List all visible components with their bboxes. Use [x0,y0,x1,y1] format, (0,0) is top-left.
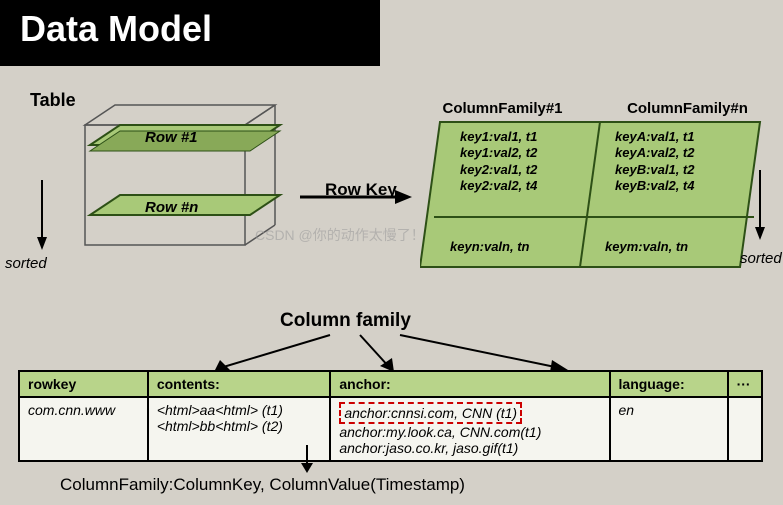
footer-text: ColumnFamily:ColumnKey, ColumnValue(Time… [60,475,465,495]
cfn-header: ColumnFamily#n [595,100,780,117]
column-family-label: Column family [280,310,411,332]
cf-cell-tl: key1:val1, t1 key1:val2, t2 key2:val1, t… [460,129,537,194]
sorted-arrow-right [750,165,770,250]
cf-cell-bl: keyn:valn, tn [450,239,529,255]
table-label: Table [30,90,76,111]
cell-rowkey: com.cnn.www [19,397,148,461]
sorted-arrow-left [32,175,52,260]
th-contents: contents: [148,371,331,397]
page-title: Data Model [0,0,380,66]
th-anchor: anchor: [330,371,609,397]
column-family-area: ColumnFamily#1 ColumnFamily#n key1:val1,… [410,100,780,272]
sorted-label-left: sorted [5,255,47,272]
cell-anchor: anchor:cnnsi.com, CNN (t1) anchor:my.loo… [330,397,609,461]
th-dots: ··· [728,371,762,397]
rowkey-label: Row Key [325,180,397,200]
sorted-label-right: sorted [740,250,782,267]
th-language: language: [610,371,728,397]
cell-dots [728,397,762,461]
cf1-header: ColumnFamily#1 [410,100,595,117]
cf-cell-tr: keyA:val1, t1 keyA:val2, t2 keyB:val1, t… [615,129,695,194]
cf-cell-br: keym:valn, tn [605,239,688,255]
table-row: com.cnn.www <html>aa<html> (t1) <html>bb… [19,397,762,461]
svg-text:Row #n: Row #n [145,199,198,216]
svg-text:Row #1: Row #1 [145,129,198,146]
example-table: rowkey contents: anchor: language: ··· c… [18,370,763,462]
cell-language: en [610,397,728,461]
anchor-highlight: anchor:cnnsi.com, CNN (t1) [339,402,522,424]
watermark: CSDN @你的动作太慢了！ [255,225,425,245]
th-rowkey: rowkey [19,371,148,397]
